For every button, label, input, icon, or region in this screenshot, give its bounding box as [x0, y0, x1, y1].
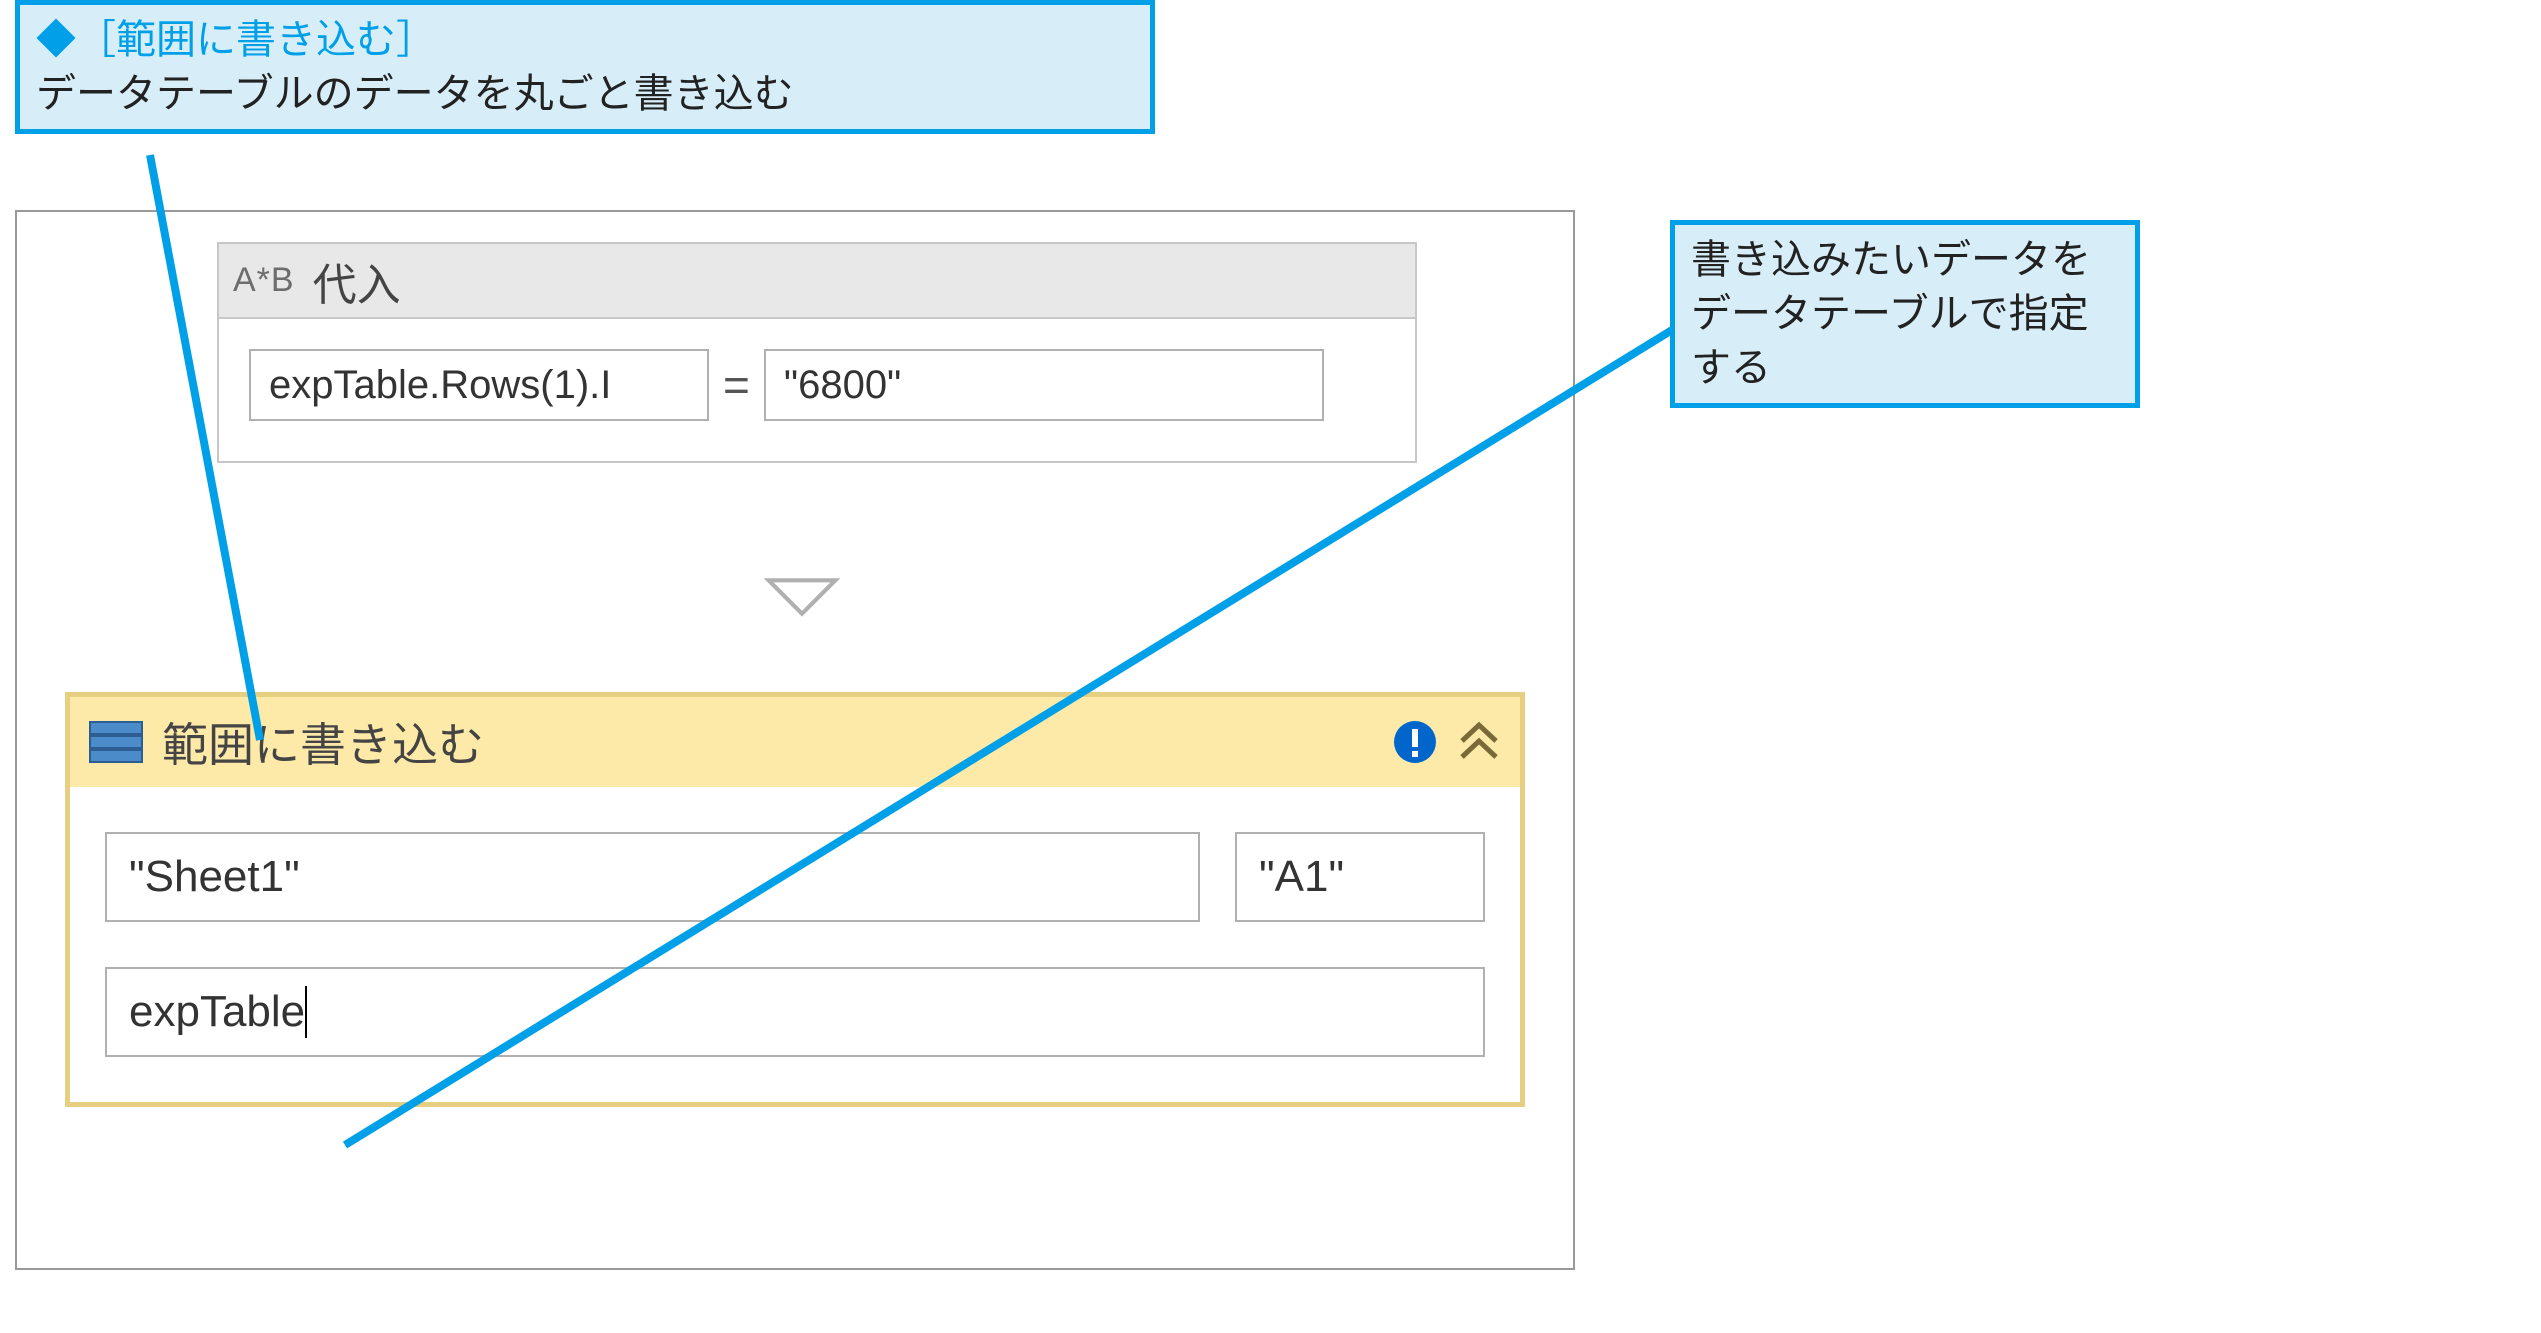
- callout-right-text: 書き込みたいデータをデータテーブルで指定する: [1691, 233, 2119, 395]
- write-range-datatable-value: expTable: [129, 987, 305, 1037]
- assign-activity-title: 代入: [313, 249, 401, 313]
- assign-glyph-icon: A*B: [233, 261, 295, 300]
- write-range-sheet-field[interactable]: "Sheet1": [105, 832, 1200, 922]
- assign-equals-label: =: [719, 358, 754, 412]
- write-range-title: 範囲に書き込む: [162, 709, 1374, 775]
- assign-activity[interactable]: A*B 代入 expTable.Rows(1).I = "6800": [217, 242, 1417, 463]
- assign-to-field[interactable]: expTable.Rows(1).I: [249, 349, 709, 421]
- flow-arrow-icon: [757, 572, 847, 622]
- warning-icon[interactable]: [1392, 719, 1438, 765]
- callout-body-text: データテーブルのデータを丸ごと書き込む: [36, 67, 1134, 121]
- assign-activity-header[interactable]: A*B 代入: [219, 244, 1415, 319]
- callout-title-text: ◆［範囲に書き込む］: [36, 13, 1134, 67]
- datatable-icon: [88, 718, 144, 766]
- collapse-chevron-icon[interactable]: [1456, 719, 1502, 765]
- callout-datatable-hint: 書き込みたいデータをデータテーブルで指定する: [1670, 220, 2140, 408]
- assign-activity-body: expTable.Rows(1).I = "6800": [219, 319, 1415, 461]
- write-range-cell-field[interactable]: "A1": [1235, 832, 1485, 922]
- text-caret-icon: [305, 986, 307, 1038]
- assign-value-field[interactable]: "6800": [764, 349, 1324, 421]
- write-range-body: "Sheet1" "A1" expTable: [70, 787, 1520, 1102]
- callout-write-range-title: ◆［範囲に書き込む］ データテーブルのデータを丸ごと書き込む: [15, 0, 1155, 134]
- write-range-datatable-field[interactable]: expTable: [105, 967, 1485, 1057]
- write-range-activity[interactable]: 範囲に書き込む "Sheet1" "A1": [65, 692, 1525, 1107]
- write-range-header[interactable]: 範囲に書き込む: [70, 697, 1520, 787]
- workflow-canvas: A*B 代入 expTable.Rows(1).I = "6800" 範囲に書き…: [15, 210, 1575, 1270]
